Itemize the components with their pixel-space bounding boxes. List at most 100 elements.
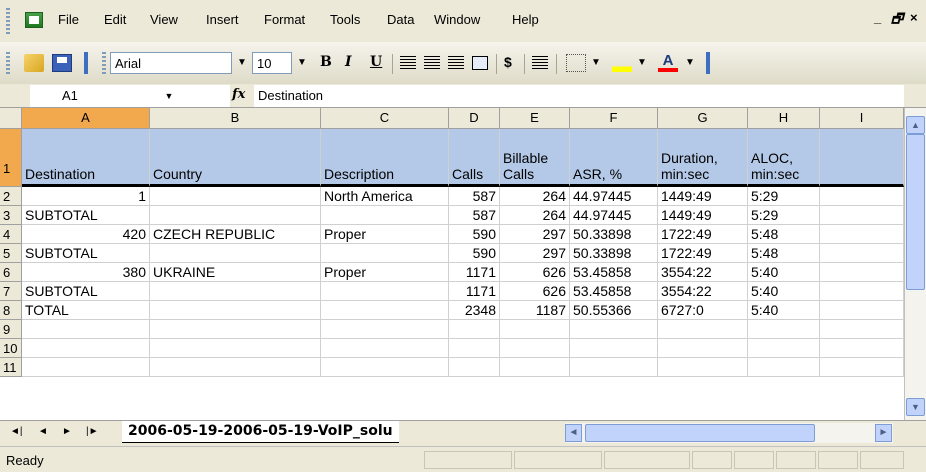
- row-header-9[interactable]: 9: [0, 320, 22, 339]
- italic-button[interactable]: I: [345, 54, 352, 70]
- borders-icon[interactable]: [566, 54, 586, 72]
- font-size-box[interactable]: 10: [252, 52, 292, 74]
- toolbar-grip-2[interactable]: [84, 52, 88, 74]
- cell-g8[interactable]: 6727:0: [658, 301, 748, 320]
- bold-button[interactable]: B: [320, 54, 332, 70]
- toolbar-grip[interactable]: [6, 52, 10, 74]
- font-name-dropdown-icon[interactable]: ▼: [234, 52, 250, 74]
- cell-g11[interactable]: [658, 358, 748, 377]
- cell-g5[interactable]: 1722:49: [658, 244, 748, 263]
- cell-f6[interactable]: 53.45858: [570, 263, 658, 282]
- cell-h3[interactable]: 5:29: [748, 206, 820, 225]
- cell-g3[interactable]: 1449:49: [658, 206, 748, 225]
- close-button[interactable]: ×: [910, 10, 918, 25]
- column-header-c[interactable]: C: [321, 108, 449, 129]
- cell-d2[interactable]: 587: [449, 187, 500, 206]
- cell-f7[interactable]: 53.45858: [570, 282, 658, 301]
- column-header-b[interactable]: B: [150, 108, 321, 129]
- font-color-dropdown-icon[interactable]: ▼: [682, 54, 698, 72]
- column-header-h[interactable]: H: [748, 108, 820, 129]
- cell-g6[interactable]: 3554:22: [658, 263, 748, 282]
- cell-i9[interactable]: [820, 320, 904, 339]
- cell-d7[interactable]: 1171: [449, 282, 500, 301]
- cell-b2[interactable]: [150, 187, 321, 206]
- row-header-6[interactable]: 6: [0, 263, 22, 282]
- font-color-icon[interactable]: A: [658, 53, 678, 72]
- menu-data[interactable]: Data: [387, 12, 414, 27]
- cell-a5[interactable]: SUBTOTAL: [22, 244, 150, 263]
- cell-f3[interactable]: 44.97445: [570, 206, 658, 225]
- insert-function-icon[interactable]: fx: [232, 87, 245, 102]
- cell-b3[interactable]: [150, 206, 321, 225]
- cell-c5[interactable]: [321, 244, 449, 263]
- menu-help[interactable]: Help: [512, 12, 539, 27]
- cell-a11[interactable]: [22, 358, 150, 377]
- prev-sheet-icon[interactable]: ◄: [38, 426, 48, 437]
- cell-g1[interactable]: Duration, min:sec: [658, 129, 748, 187]
- cell-i7[interactable]: [820, 282, 904, 301]
- cell-g4[interactable]: 1722:49: [658, 225, 748, 244]
- align-left-icon[interactable]: [400, 56, 416, 70]
- menu-view[interactable]: View: [150, 12, 178, 27]
- scroll-right-icon[interactable]: ►: [875, 424, 892, 442]
- scroll-up-icon[interactable]: ▲: [906, 116, 925, 134]
- row-header-1[interactable]: 1: [0, 129, 22, 187]
- cell-i10[interactable]: [820, 339, 904, 358]
- merge-center-icon[interactable]: [472, 56, 488, 70]
- cell-e11[interactable]: [500, 358, 570, 377]
- vertical-scroll-thumb[interactable]: [906, 134, 925, 290]
- cell-e2[interactable]: 264: [500, 187, 570, 206]
- column-header-i[interactable]: I: [820, 108, 904, 129]
- cell-c1[interactable]: Description: [321, 129, 449, 187]
- cell-d5[interactable]: 590: [449, 244, 500, 263]
- cell-h5[interactable]: 5:48: [748, 244, 820, 263]
- cell-i4[interactable]: [820, 225, 904, 244]
- cell-a7[interactable]: SUBTOTAL: [22, 282, 150, 301]
- cell-e10[interactable]: [500, 339, 570, 358]
- cell-f11[interactable]: [570, 358, 658, 377]
- font-size-dropdown-icon[interactable]: ▼: [294, 52, 310, 74]
- row-header-5[interactable]: 5: [0, 244, 22, 263]
- cell-h7[interactable]: 5:40: [748, 282, 820, 301]
- cell-b6[interactable]: UKRAINE: [150, 263, 321, 282]
- cell-d1[interactable]: Calls: [449, 129, 500, 187]
- scroll-left-icon[interactable]: ◄: [565, 424, 582, 442]
- cell-e7[interactable]: 626: [500, 282, 570, 301]
- row-header-10[interactable]: 10: [0, 339, 22, 358]
- horizontal-scrollbar[interactable]: ◄ ►: [565, 423, 893, 443]
- cell-i11[interactable]: [820, 358, 904, 377]
- cell-g7[interactable]: 3554:22: [658, 282, 748, 301]
- cell-d3[interactable]: 587: [449, 206, 500, 225]
- cell-c3[interactable]: [321, 206, 449, 225]
- menu-window[interactable]: Window: [434, 12, 480, 27]
- cell-a6[interactable]: 380: [22, 263, 150, 282]
- column-header-d[interactable]: D: [449, 108, 500, 129]
- cell-h8[interactable]: 5:40: [748, 301, 820, 320]
- cell-f9[interactable]: [570, 320, 658, 339]
- cell-f8[interactable]: 50.55366: [570, 301, 658, 320]
- last-sheet-icon[interactable]: |►: [86, 426, 99, 437]
- cell-b1[interactable]: Country: [150, 129, 321, 187]
- cell-h1[interactable]: ALOC, min:sec: [748, 129, 820, 187]
- restore-button[interactable]: 🗗: [891, 10, 903, 32]
- cell-a8[interactable]: TOTAL: [22, 301, 150, 320]
- column-header-g[interactable]: G: [658, 108, 748, 129]
- menu-insert[interactable]: Insert: [206, 12, 239, 27]
- cell-a4[interactable]: 420: [22, 225, 150, 244]
- cell-c2[interactable]: North America: [321, 187, 449, 206]
- cell-c11[interactable]: [321, 358, 449, 377]
- sheet-tab-active[interactable]: 2006-05-19-2006-05-19-VoIP_solu: [122, 421, 399, 443]
- column-header-a[interactable]: A: [22, 108, 150, 129]
- cell-d8[interactable]: 2348: [449, 301, 500, 320]
- column-header-e[interactable]: E: [500, 108, 570, 129]
- next-sheet-icon[interactable]: ►: [62, 426, 72, 437]
- cell-e3[interactable]: 264: [500, 206, 570, 225]
- cell-h6[interactable]: 5:40: [748, 263, 820, 282]
- cell-h2[interactable]: 5:29: [748, 187, 820, 206]
- row-header-4[interactable]: 4: [0, 225, 22, 244]
- cell-c7[interactable]: [321, 282, 449, 301]
- cell-f1[interactable]: ASR, %: [570, 129, 658, 187]
- minimize-button[interactable]: _: [874, 10, 881, 25]
- fill-color-dropdown-icon[interactable]: ▼: [634, 54, 650, 72]
- column-header-f[interactable]: F: [570, 108, 658, 129]
